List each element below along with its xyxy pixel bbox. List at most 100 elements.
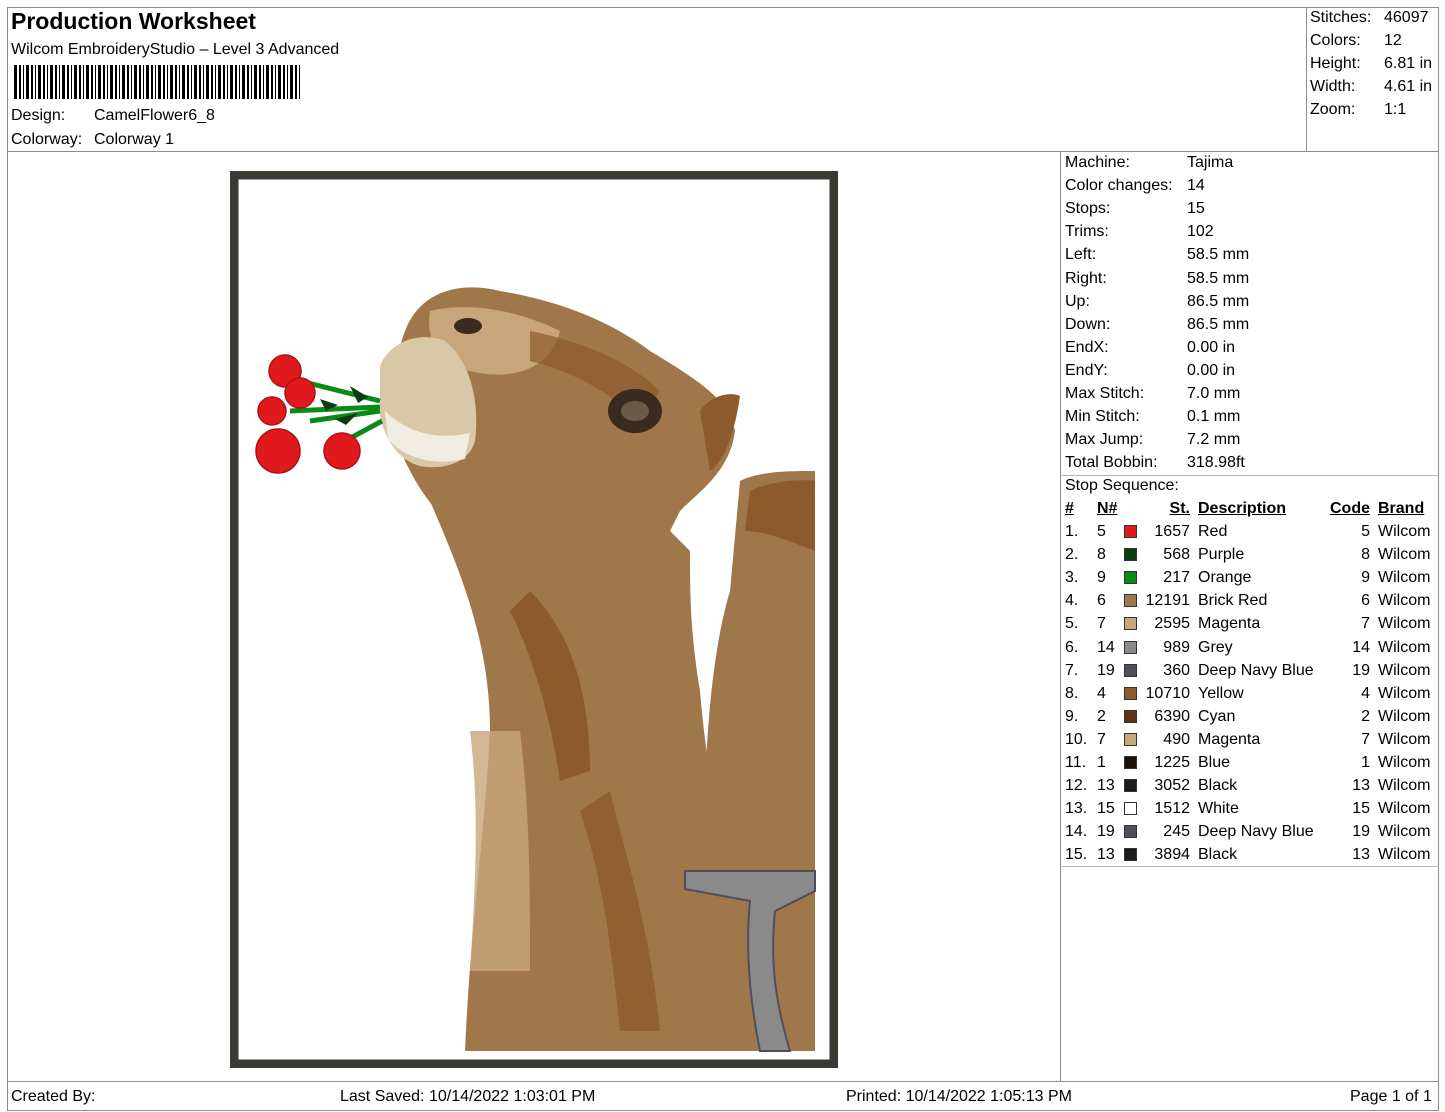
barcode-bar — [155, 65, 156, 99]
barcode-bar — [31, 65, 33, 99]
row-code: 15 — [1352, 800, 1370, 818]
barcode-bar — [131, 65, 132, 99]
col-header-needle: N# — [1097, 500, 1118, 517]
row-stitches: 568 — [1163, 546, 1190, 564]
page-number: Page 1 of 1 — [1350, 1088, 1432, 1105]
color-swatch — [1124, 802, 1137, 816]
barcode-bar — [175, 65, 177, 99]
row-index: 3. — [1065, 569, 1079, 587]
printed-date: Printed: 10/14/2022 1:05:13 PM — [846, 1088, 1072, 1105]
machine-info-value: 318.98ft — [1187, 454, 1245, 472]
stat-value: 12 — [1384, 32, 1402, 49]
barcode-bar — [247, 65, 249, 99]
row-needle: 2 — [1097, 707, 1106, 725]
barcode-bar — [199, 65, 201, 99]
row-needle: 6 — [1097, 592, 1106, 610]
row-code: 5 — [1361, 523, 1370, 540]
row-index: 2. — [1065, 546, 1079, 564]
row-stitches: 2595 — [1154, 615, 1190, 633]
barcode-bar — [59, 65, 60, 99]
barcode-bar — [35, 65, 36, 99]
row-needle: 9 — [1097, 569, 1106, 587]
row-brand: Wilcom — [1378, 592, 1431, 610]
row-stitches: 217 — [1163, 569, 1190, 587]
barcode-bar — [230, 65, 233, 99]
row-stitches: 245 — [1163, 823, 1190, 841]
row-description: Black — [1198, 777, 1238, 795]
row-code: 1 — [1361, 754, 1370, 771]
machine-info-label: Stops: — [1065, 200, 1111, 218]
row-needle: 7 — [1097, 615, 1106, 633]
row-needle: 1 — [1097, 754, 1106, 771]
row-code: 19 — [1352, 661, 1370, 679]
stat-value: 6.81 in — [1384, 55, 1433, 72]
row-needle: 7 — [1097, 730, 1106, 748]
row-code: 9 — [1361, 569, 1370, 587]
barcode-bar — [167, 65, 168, 99]
row-stitches: 1657 — [1154, 523, 1190, 540]
barcode-bar — [259, 65, 261, 99]
row-brand: Wilcom — [1378, 569, 1431, 587]
barcode-bar — [215, 65, 216, 99]
stat-value: 1:1 — [1384, 101, 1407, 118]
row-description: Magenta — [1198, 615, 1261, 633]
machine-info-label: Max Stitch: — [1065, 385, 1145, 402]
stat-label: Stitches: — [1310, 9, 1372, 26]
row-description: Red — [1198, 523, 1228, 540]
stat-value: 4.61 in — [1384, 78, 1433, 95]
row-index: 12. — [1065, 777, 1088, 795]
row-stitches: 3052 — [1154, 777, 1190, 795]
row-description: Purple — [1198, 546, 1245, 564]
row-description: Yellow — [1198, 684, 1244, 702]
footer-divider — [7, 1081, 1439, 1082]
barcode-bar — [107, 65, 108, 99]
barcode-bar — [139, 65, 141, 99]
barcode-image — [14, 65, 300, 99]
color-swatch — [1124, 571, 1137, 585]
row-brand: Wilcom — [1378, 707, 1431, 725]
row-description: Orange — [1198, 569, 1252, 587]
row-brand: Wilcom — [1378, 546, 1431, 564]
row-brand: Wilcom — [1378, 523, 1431, 540]
stat-label: Colors: — [1310, 32, 1361, 49]
machine-info-value: 102 — [1187, 223, 1214, 241]
barcode-bar — [295, 65, 297, 99]
machine-info-label: Up: — [1065, 292, 1090, 310]
row-description: Black — [1198, 846, 1238, 864]
machine-info-label: Max Jump: — [1065, 431, 1144, 449]
machine-info-value: 7.2 mm — [1187, 431, 1241, 449]
sequence-end-divider — [1060, 866, 1439, 867]
row-needle: 5 — [1097, 523, 1106, 540]
software-name: Wilcom EmbroideryStudio – Level 3 Advanc… — [11, 41, 340, 58]
row-brand: Wilcom — [1378, 684, 1431, 702]
row-description: Deep Navy Blue — [1198, 661, 1314, 679]
col-header-stitches: St. — [1169, 500, 1190, 517]
barcode-bar — [91, 65, 93, 99]
barcode-bar — [290, 65, 293, 99]
row-needle: 15 — [1097, 800, 1115, 818]
row-stitches: 10710 — [1145, 684, 1191, 702]
barcode-bar — [67, 65, 69, 99]
row-index: 1. — [1065, 523, 1079, 540]
row-index: 6. — [1065, 638, 1079, 656]
machine-info-value: 7.0 mm — [1187, 385, 1241, 402]
barcode-bar — [43, 65, 45, 99]
barcode-bar — [271, 65, 273, 99]
row-index: 15. — [1065, 846, 1088, 864]
row-code: 14 — [1352, 638, 1370, 656]
color-swatch — [1124, 617, 1137, 631]
barcode-bar — [275, 65, 276, 99]
row-code: 13 — [1352, 777, 1370, 795]
row-index: 13. — [1065, 800, 1088, 818]
last-saved: Last Saved: 10/14/2022 1:03:01 PM — [340, 1088, 596, 1105]
row-brand: Wilcom — [1378, 615, 1431, 633]
barcode-bar — [158, 65, 161, 99]
barcode-bar — [182, 65, 185, 99]
stat-label: Width: — [1310, 78, 1356, 95]
barcode-bar — [119, 65, 120, 99]
row-description: Magenta — [1198, 730, 1261, 748]
barcode-bar — [86, 65, 89, 99]
barcode-bar — [266, 65, 269, 99]
row-description: Blue — [1198, 754, 1231, 771]
barcode-bar — [191, 65, 192, 99]
